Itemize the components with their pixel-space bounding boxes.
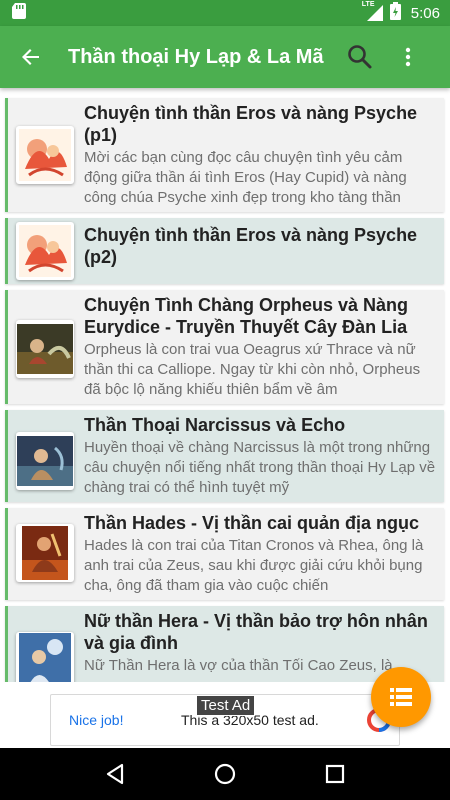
nav-recents-button[interactable] bbox=[310, 748, 360, 800]
battery-icon bbox=[389, 1, 401, 25]
more-vertical-icon bbox=[405, 47, 411, 67]
article-title: Chuyện tình thần Eros và nàng Psyche (p1… bbox=[84, 103, 418, 145]
article-text: Chuyện Tình Chàng Orpheus và Nàng Eurydi… bbox=[84, 290, 444, 406]
article-title: Thần Hades - Vị thần cai quản địa ngục bbox=[84, 513, 420, 533]
article-text: Thần Hades - Vị thần cai quản địa ngục H… bbox=[84, 508, 444, 602]
article-thumbnail bbox=[16, 632, 74, 682]
article-text: Thần Thoại Narcissus và Echo Huyền thoại… bbox=[84, 410, 444, 504]
status-left bbox=[12, 2, 26, 24]
triangle-back-icon bbox=[106, 763, 124, 785]
article-card[interactable]: Thần Hades - Vị thần cai quản địa ngục H… bbox=[5, 508, 444, 600]
article-description: Huyền thoại về chàng Narcissus là một tr… bbox=[84, 439, 436, 496]
back-button[interactable] bbox=[0, 26, 62, 88]
search-button[interactable] bbox=[332, 26, 388, 88]
page-title: Thần thoại Hy Lạp & La Mã bbox=[68, 45, 324, 68]
article-thumbnail bbox=[16, 222, 74, 280]
overflow-menu-button[interactable] bbox=[388, 26, 428, 88]
ad-tag: Test Ad bbox=[196, 695, 256, 716]
article-description: Orpheus là con trai vua Oeagrus xứ Thrac… bbox=[84, 341, 421, 398]
nav-back-button[interactable] bbox=[90, 748, 140, 800]
sd-card-icon bbox=[12, 2, 26, 24]
article-description: Mời các bạn cùng đọc câu chuyện tình yêu… bbox=[84, 149, 407, 206]
nav-home-button[interactable] bbox=[200, 748, 250, 800]
article-card[interactable]: Chuyện tình thần Eros và nàng Psyche (p2… bbox=[5, 218, 444, 284]
article-thumbnail bbox=[16, 320, 74, 378]
network-label: LTE bbox=[361, 1, 375, 8]
article-list[interactable]: Chuyện tình thần Eros và nàng Psyche (p1… bbox=[0, 88, 450, 682]
article-card[interactable]: Chuyện tình thần Eros và nàng Psyche (p1… bbox=[5, 98, 444, 212]
article-text: Chuyện tình thần Eros và nàng Psyche (p2… bbox=[84, 218, 444, 274]
arrow-left-icon bbox=[22, 49, 39, 65]
app-bar: Thần thoại Hy Lạp & La Mã bbox=[0, 26, 450, 88]
article-text: Chuyện tình thần Eros và nàng Psyche (p1… bbox=[84, 98, 444, 214]
article-title: Thần Thoại Narcissus và Echo bbox=[84, 415, 346, 435]
article-thumbnail bbox=[16, 432, 74, 490]
article-title: Chuyện Tình Chàng Orpheus và Nàng Eurydi… bbox=[84, 295, 409, 337]
status-bar: LTE 5:06 bbox=[0, 0, 450, 26]
signal-icon: LTE bbox=[361, 1, 384, 22]
status-right: LTE 5:06 bbox=[361, 1, 440, 25]
article-thumbnail bbox=[16, 126, 74, 184]
square-recents-icon bbox=[325, 764, 345, 784]
list-fab-button[interactable] bbox=[371, 667, 431, 727]
article-card[interactable]: Chuyện Tình Chàng Orpheus và Nàng Eurydi… bbox=[5, 290, 444, 404]
article-thumbnail bbox=[16, 524, 74, 582]
article-card[interactable]: Thần Thoại Narcissus và Echo Huyền thoại… bbox=[5, 410, 444, 502]
article-title: Chuyện tình thần Eros và nàng Psyche (p2… bbox=[84, 225, 418, 267]
article-card[interactable]: Nữ thần Hera - Vị thần bảo trợ hôn nhân … bbox=[5, 606, 444, 682]
system-nav-bar bbox=[0, 748, 450, 800]
status-time: 5:06 bbox=[410, 4, 440, 22]
list-icon bbox=[390, 688, 412, 706]
circle-home-icon bbox=[214, 763, 236, 785]
article-description: Hades là con trai của Titan Cronos và Rh… bbox=[84, 537, 424, 594]
search-icon bbox=[348, 45, 372, 69]
article-title: Nữ thần Hera - Vị thần bảo trợ hôn nhân … bbox=[84, 611, 428, 653]
ad-nice-job: Nice job! bbox=[69, 712, 124, 728]
